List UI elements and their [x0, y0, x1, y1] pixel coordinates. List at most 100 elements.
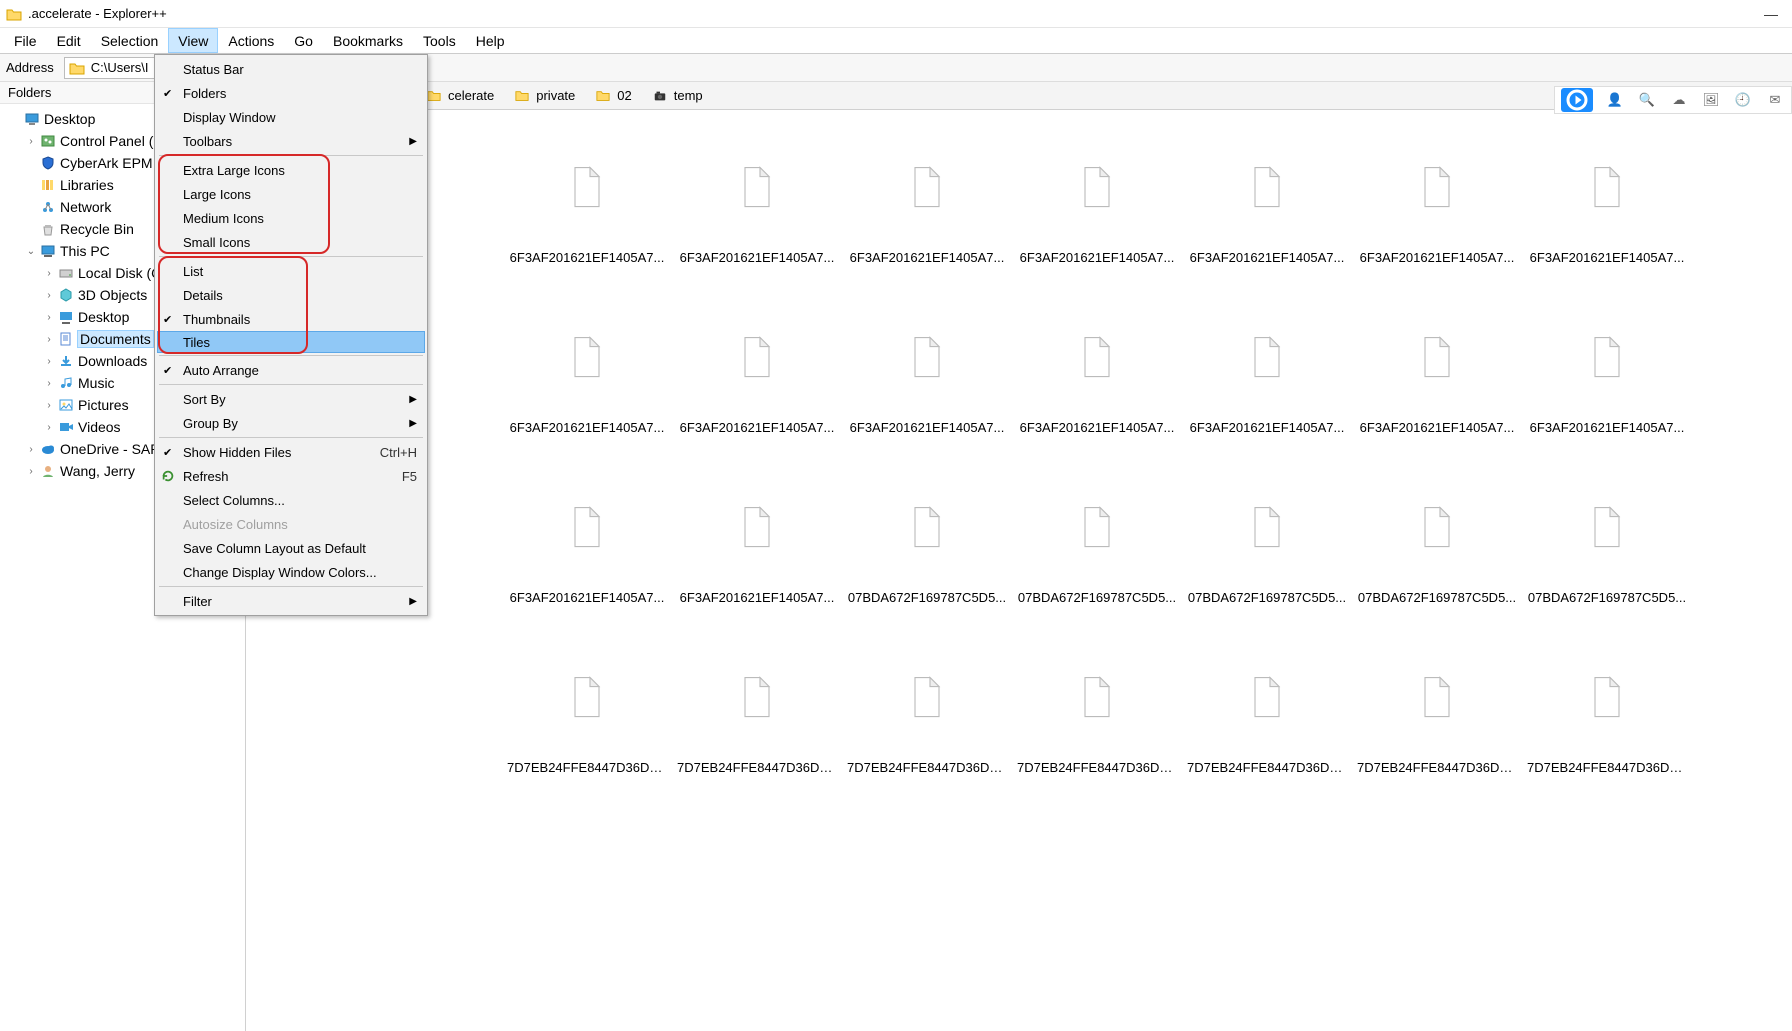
menu-item-auto-arrange[interactable]: ✔Auto Arrange [157, 358, 425, 382]
menu-go[interactable]: Go [284, 28, 323, 53]
file-name: 07BDA672F169787C5D5... [1188, 590, 1346, 605]
menu-item-filter[interactable]: Filter▶ [157, 589, 425, 613]
menu-item-thumbnails[interactable]: ✔Thumbnails [157, 307, 425, 331]
tree-twisty-icon[interactable]: › [42, 378, 56, 389]
menu-item-medium-icons[interactable]: Medium Icons [157, 206, 425, 230]
menu-actions[interactable]: Actions [218, 28, 284, 53]
file-icon [1409, 322, 1465, 392]
menu-item-refresh[interactable]: RefreshF5 [157, 464, 425, 488]
menu-item-details[interactable]: Details [157, 283, 425, 307]
file-icon [1579, 152, 1635, 222]
tree-twisty-icon[interactable]: › [42, 290, 56, 301]
file-item[interactable]: 6F3AF201621EF1405A7... [672, 290, 842, 460]
file-item[interactable]: 7D7EB24FFE8447D36DC... [1522, 630, 1692, 800]
content-area: celerateprivate02temp 👤 🔍 ☁ 🖼 🕘 ✉ 6F3AF201621… [246, 82, 1792, 1031]
tree-twisty-icon[interactable]: › [42, 422, 56, 433]
folder-icon [6, 7, 22, 21]
tree-twisty-icon[interactable]: › [42, 334, 56, 345]
file-item[interactable]: 6F3AF201621EF1405A7... [1522, 120, 1692, 290]
menu-item-show-hidden-files[interactable]: ✔Show Hidden FilesCtrl+H [157, 440, 425, 464]
file-item[interactable]: 6F3AF201621EF1405A7... [842, 290, 1012, 460]
play-blue-icon[interactable] [1561, 88, 1593, 112]
file-item[interactable]: 6F3AF201621EF1405A7... [1522, 290, 1692, 460]
menu-item-label: Toolbars [183, 134, 232, 149]
menu-item-list[interactable]: List [157, 259, 425, 283]
view-menu-dropdown: Status Bar✔FoldersDisplay WindowToolbars… [154, 54, 428, 616]
tree-twisty-icon[interactable]: › [24, 136, 38, 147]
file-item[interactable]: 07BDA672F169787C5D5... [842, 460, 1012, 630]
tree-twisty-icon[interactable]: › [24, 466, 38, 477]
tab-temp[interactable]: temp [642, 84, 713, 108]
tab-celerate[interactable]: celerate [416, 84, 504, 108]
file-item[interactable]: 6F3AF201621EF1405A7... [502, 290, 672, 460]
file-item[interactable]: 07BDA672F169787C5D5... [1182, 460, 1352, 630]
file-item[interactable]: 6F3AF201621EF1405A7... [1352, 120, 1522, 290]
minimize-button[interactable]: — [1764, 6, 1778, 22]
menu-item-large-icons[interactable]: Large Icons [157, 182, 425, 206]
menu-file[interactable]: File [4, 28, 47, 53]
file-grid: 6F3AF201621EF1405A7...6F3AF201621EF1405A… [502, 120, 1792, 800]
file-item[interactable]: 6F3AF201621EF1405A7... [842, 120, 1012, 290]
menu-item-select-columns-[interactable]: Select Columns... [157, 488, 425, 512]
menu-help[interactable]: Help [466, 28, 515, 53]
mail-icon[interactable]: ✉ [1765, 90, 1785, 110]
menu-item-status-bar[interactable]: Status Bar [157, 57, 425, 81]
tree-twisty-icon[interactable]: › [42, 268, 56, 279]
file-pane[interactable]: 6F3AF201621EF1405A7...6F3AF201621EF1405A… [246, 110, 1792, 1031]
file-item[interactable]: 07BDA672F169787C5D5... [1012, 460, 1182, 630]
menu-item-label: Select Columns... [183, 493, 285, 508]
file-item[interactable]: 7D7EB24FFE8447D36DC... [1352, 630, 1522, 800]
menu-view[interactable]: View [168, 28, 218, 53]
menu-item-folders[interactable]: ✔Folders [157, 81, 425, 105]
file-item[interactable]: 6F3AF201621EF1405A7... [502, 460, 672, 630]
file-item[interactable]: 6F3AF201621EF1405A7... [502, 120, 672, 290]
menu-item-change-display-window-colors-[interactable]: Change Display Window Colors... [157, 560, 425, 584]
menu-item-display-window[interactable]: Display Window [157, 105, 425, 129]
tree-twisty-icon[interactable]: › [42, 356, 56, 367]
menu-tools[interactable]: Tools [413, 28, 466, 53]
file-item[interactable]: 6F3AF201621EF1405A7... [672, 120, 842, 290]
file-name: 6F3AF201621EF1405A7... [680, 590, 835, 605]
tree-twisty-icon[interactable]: ⌄ [24, 246, 38, 257]
monitor-icon [24, 111, 40, 127]
menu-item-autosize-columns: Autosize Columns [157, 512, 425, 536]
search-icon[interactable]: 🔍 [1637, 90, 1657, 110]
address-input[interactable]: C:\Users\I [64, 57, 164, 79]
menu-selection[interactable]: Selection [91, 28, 169, 53]
menu-item-extra-large-icons[interactable]: Extra Large Icons [157, 158, 425, 182]
tab-private[interactable]: private [504, 84, 585, 108]
file-item[interactable]: 7D7EB24FFE8447D36DC... [1182, 630, 1352, 800]
menu-item-save-column-layout-as-default[interactable]: Save Column Layout as Default [157, 536, 425, 560]
tab-02[interactable]: 02 [585, 84, 641, 108]
tree-twisty-icon[interactable]: › [42, 400, 56, 411]
file-item[interactable]: 6F3AF201621EF1405A7... [1182, 120, 1352, 290]
file-name: 6F3AF201621EF1405A7... [1360, 250, 1515, 265]
file-item[interactable]: 6F3AF201621EF1405A7... [1352, 290, 1522, 460]
tree-twisty-icon[interactable]: › [24, 444, 38, 455]
menu-edit[interactable]: Edit [47, 28, 91, 53]
menu-item-small-icons[interactable]: Small Icons [157, 230, 425, 254]
file-item[interactable]: 7D7EB24FFE8447D36DC... [842, 630, 1012, 800]
file-item[interactable]: 6F3AF201621EF1405A7... [672, 460, 842, 630]
submenu-arrow-icon: ▶ [409, 596, 417, 607]
file-item[interactable]: 6F3AF201621EF1405A7... [1012, 120, 1182, 290]
menu-item-group-by[interactable]: Group By▶ [157, 411, 425, 435]
file-item[interactable]: 7D7EB24FFE8447D36DC... [1012, 630, 1182, 800]
file-item[interactable]: 7D7EB24FFE8447D36DC... [672, 630, 842, 800]
cloud-icon[interactable]: ☁ [1669, 90, 1689, 110]
tree-item-label: OneDrive - SAP [60, 441, 160, 457]
file-item[interactable]: 07BDA672F169787C5D5... [1522, 460, 1692, 630]
file-item[interactable]: 6F3AF201621EF1405A7... [1012, 290, 1182, 460]
person-icon[interactable]: 👤 [1605, 90, 1625, 110]
menu-bookmarks[interactable]: Bookmarks [323, 28, 413, 53]
gallery-icon[interactable]: 🖼 [1701, 90, 1721, 110]
tree-twisty-icon[interactable]: › [42, 312, 56, 323]
menu-item-label: Autosize Columns [183, 517, 288, 532]
file-item[interactable]: 6F3AF201621EF1405A7... [1182, 290, 1352, 460]
menu-item-toolbars[interactable]: Toolbars▶ [157, 129, 425, 153]
menu-item-sort-by[interactable]: Sort By▶ [157, 387, 425, 411]
clock-icon[interactable]: 🕘 [1733, 90, 1753, 110]
file-item[interactable]: 07BDA672F169787C5D5... [1352, 460, 1522, 630]
file-item[interactable]: 7D7EB24FFE8447D36DC... [502, 630, 672, 800]
menu-item-tiles[interactable]: Tiles [157, 331, 425, 353]
